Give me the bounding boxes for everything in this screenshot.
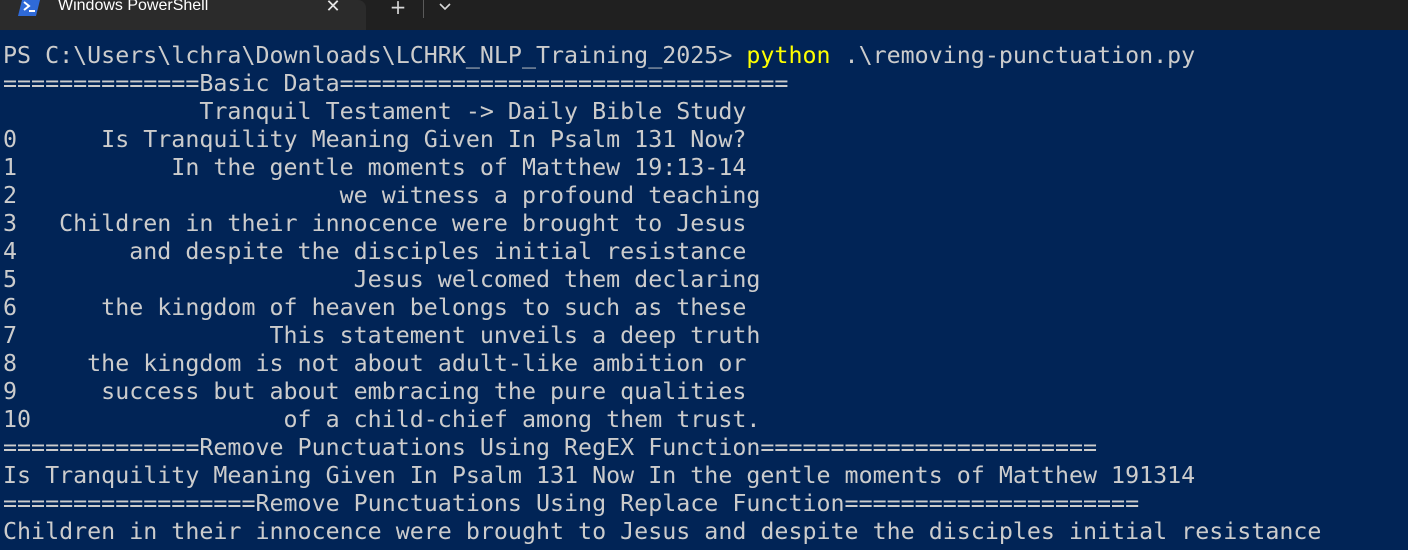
output-line: 0 Is Tranquility Meaning Given In Psalm … <box>3 126 747 153</box>
output-line: 4 and despite the disciples initial resi… <box>3 238 747 265</box>
output-line: 1 In the gentle moments of Matthew 19:13… <box>3 154 747 181</box>
tab-bar: Windows PowerShell ✕ + <box>0 0 1408 30</box>
powershell-window: Windows PowerShell ✕ + PS C:\Users\lchra… <box>0 0 1408 550</box>
tab-divider <box>423 0 424 18</box>
output-line: 2 we witness a profound teaching <box>3 182 761 209</box>
new-tab-button[interactable]: + <box>386 0 410 18</box>
command-name: python <box>746 42 831 69</box>
tab-windows-powershell[interactable]: Windows PowerShell ✕ <box>0 0 366 30</box>
powershell-icon <box>18 0 40 16</box>
output-line: 9 success but about embracing the pure q… <box>3 378 747 405</box>
tab-title: Windows PowerShell <box>58 0 209 14</box>
close-icon[interactable]: ✕ <box>322 0 344 18</box>
prompt: PS C:\Users\lchra\Downloads\LCHRK_NLP_Tr… <box>3 42 747 69</box>
output-line: 5 Jesus welcomed them declaring <box>3 266 761 293</box>
output-line: Tranquil Testament -> Daily Bible Study <box>3 98 747 125</box>
output-line: 7 This statement unveils a deep truth <box>3 322 761 349</box>
output-line: 6 the kingdom of heaven belongs to such … <box>3 294 747 321</box>
output-line: ==================Remove Punctuations Us… <box>3 490 1140 517</box>
output-line: Is Tranquility Meaning Given In Psalm 13… <box>3 462 1196 489</box>
output-line: ==============Remove Punctuations Using … <box>3 434 1098 461</box>
command-args: .\removing-punctuation.py <box>830 42 1196 69</box>
chevron-down-icon[interactable] <box>434 0 456 17</box>
output-line: 8 the kingdom is not about adult-like am… <box>3 350 747 377</box>
output-line: 3 Children in their innocence were broug… <box>3 210 747 237</box>
console-output[interactable]: PS C:\Users\lchra\Downloads\LCHRK_NLP_Tr… <box>3 42 1321 546</box>
output-line: Children in their innocence were brought… <box>3 518 1322 545</box>
command-line: PS C:\Users\lchra\Downloads\LCHRK_NLP_Tr… <box>3 42 1321 70</box>
output-line: 10 of a child-chief among them trust. <box>3 406 761 433</box>
output-line: ==============Basic Data================… <box>3 70 789 97</box>
